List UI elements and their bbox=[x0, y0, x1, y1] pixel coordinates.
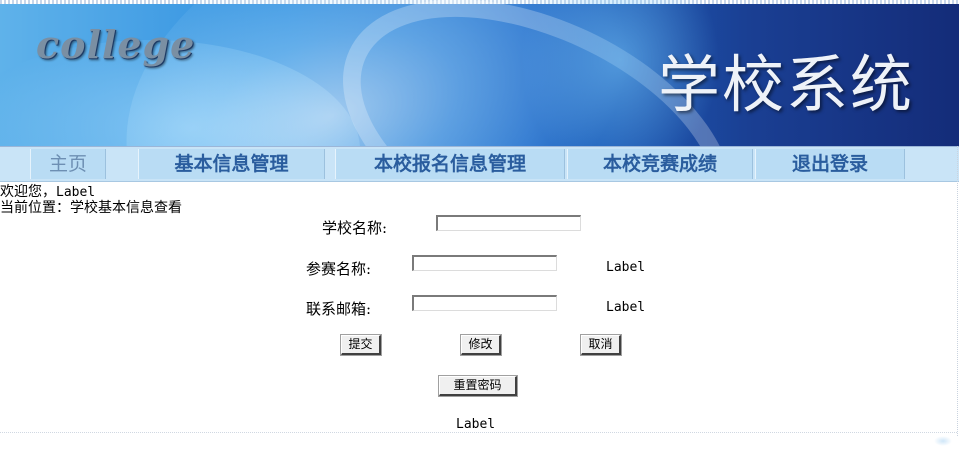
header-banner: college 学校系统 bbox=[0, 0, 959, 147]
main-nav: 主页 基本信息管理 本校报名信息管理 本校竞赛成绩 退出登录 bbox=[0, 147, 959, 182]
email-input[interactable] bbox=[412, 295, 557, 311]
corner-decoration bbox=[934, 436, 952, 446]
content-border bbox=[0, 432, 957, 433]
college-logo: college bbox=[36, 22, 196, 67]
modify-button[interactable]: 修改 bbox=[460, 334, 502, 356]
email-status-label: Label bbox=[606, 300, 646, 315]
nav-item-contest-results[interactable]: 本校竞赛成绩 bbox=[567, 149, 753, 179]
nav-item-logout[interactable]: 退出登录 bbox=[755, 149, 905, 179]
footer-status-label: Label bbox=[456, 417, 496, 432]
system-title: 学校系统 bbox=[658, 48, 915, 121]
cancel-button[interactable]: 取消 bbox=[580, 334, 622, 356]
school-name-input[interactable] bbox=[436, 215, 581, 231]
nav-item-basic-info[interactable]: 基本信息管理 bbox=[138, 149, 325, 179]
breadcrumb: 当前位置：学校基本信息查看 bbox=[0, 200, 182, 216]
submit-button[interactable]: 提交 bbox=[340, 334, 382, 356]
contest-name-status-label: Label bbox=[606, 260, 646, 275]
nav-item-registration[interactable]: 本校报名信息管理 bbox=[335, 149, 565, 179]
contest-name-input[interactable] bbox=[412, 255, 557, 271]
reset-password-button[interactable]: 重置密码 bbox=[438, 375, 518, 397]
content-border bbox=[957, 146, 958, 436]
school-name-label: 学校名称: bbox=[322, 219, 388, 237]
contest-name-label: 参赛名称: bbox=[306, 260, 372, 278]
email-label: 联系邮箱: bbox=[306, 300, 372, 318]
nav-item-home[interactable]: 主页 bbox=[30, 149, 106, 179]
